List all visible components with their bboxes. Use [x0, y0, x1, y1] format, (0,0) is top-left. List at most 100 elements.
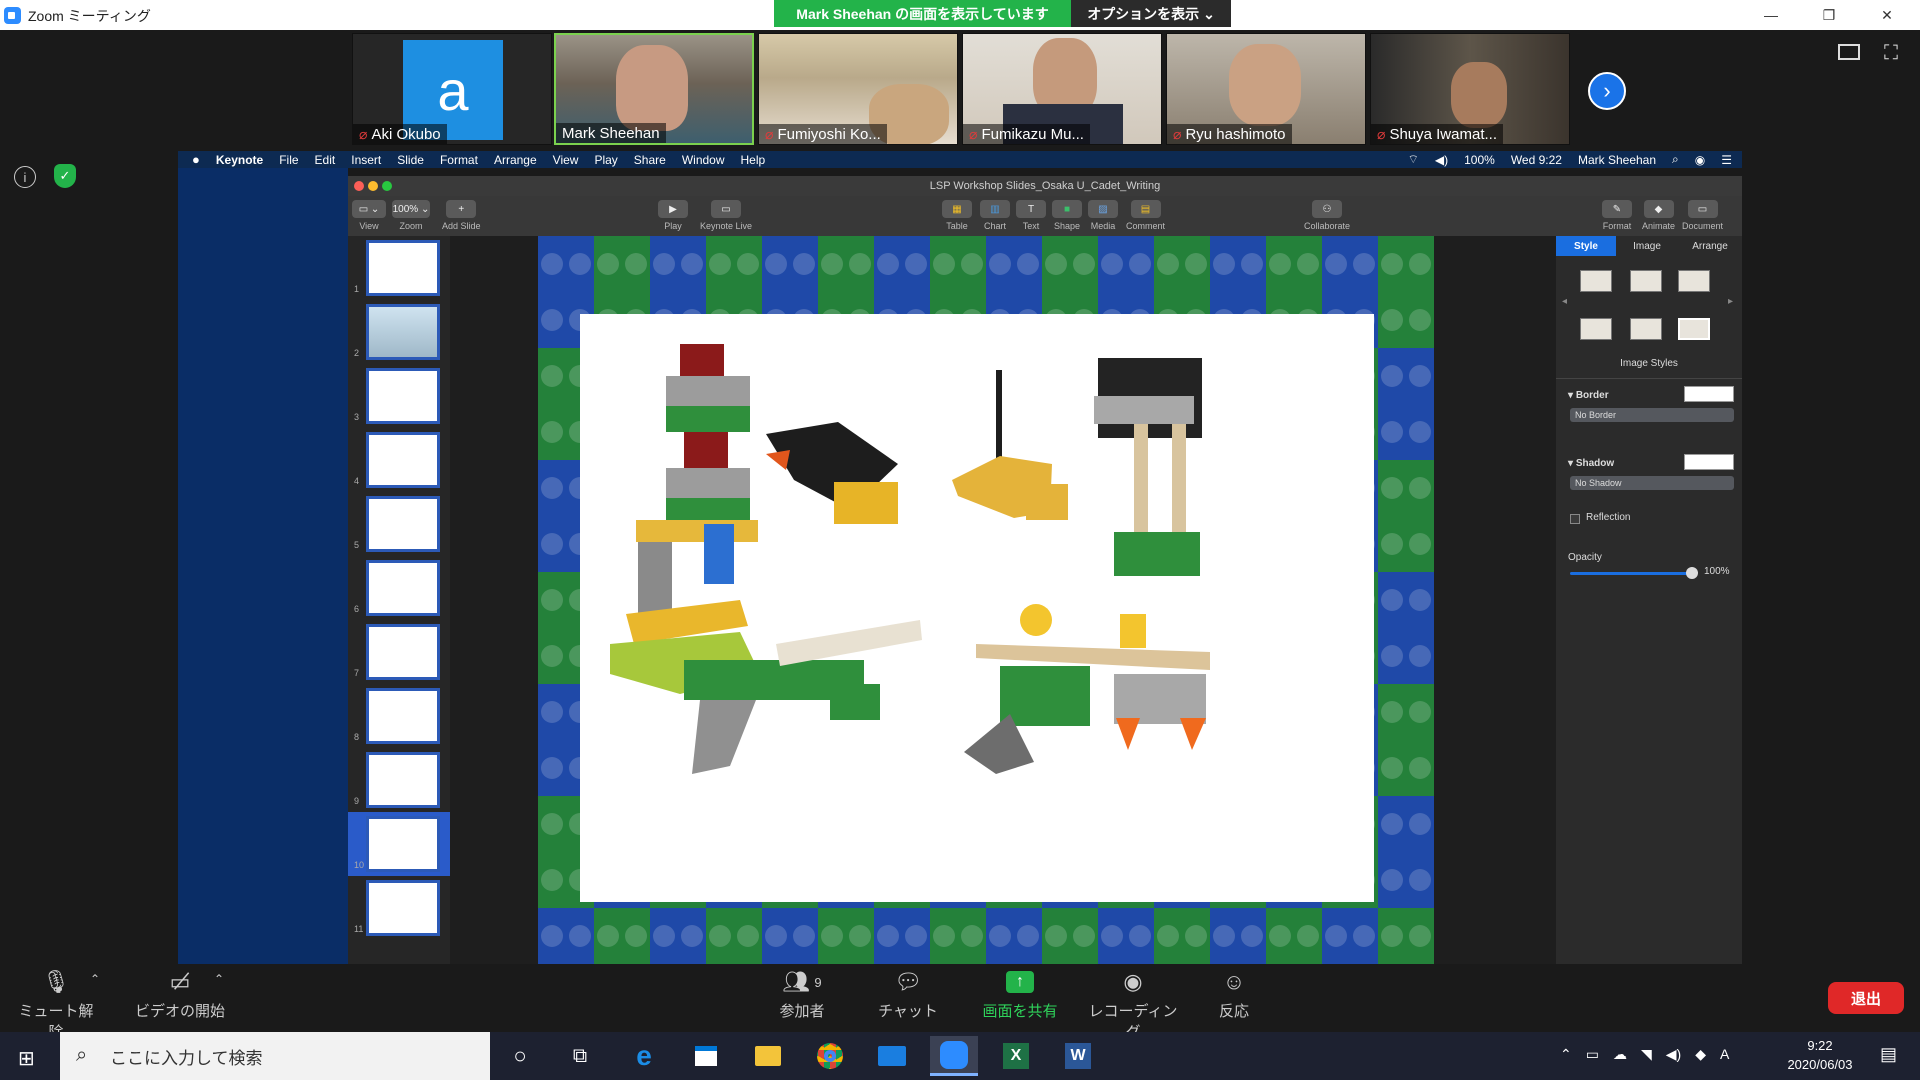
slide-thumbnail[interactable]	[366, 816, 440, 872]
menu-user[interactable]: Mark Sheehan	[1578, 153, 1656, 167]
tab-arrange[interactable]: Arrange	[1678, 236, 1742, 256]
zoom-taskbar-icon[interactable]	[930, 1036, 978, 1076]
mail-icon[interactable]	[868, 1036, 916, 1076]
menu-item-slide[interactable]: Slide	[397, 153, 424, 167]
border-style-select[interactable]: No Border	[1570, 408, 1734, 422]
chevron-right-icon[interactable]: ▸	[1728, 296, 1733, 307]
slide-thumbnail[interactable]	[366, 432, 440, 488]
shape-button[interactable]: ■ Shape	[1052, 200, 1082, 231]
siri-icon[interactable]: ◉	[1695, 153, 1705, 167]
slide-thumbnail[interactable]	[366, 880, 440, 936]
chat-button[interactable]: 💬︎ チャット	[878, 964, 938, 1021]
image-style-swatch[interactable]	[1678, 270, 1710, 292]
play-button[interactable]: ▶ Play	[658, 200, 688, 231]
chevron-up-icon[interactable]: ⌃	[214, 972, 224, 986]
file-explorer-icon[interactable]	[744, 1036, 792, 1076]
close-button[interactable]: ✕	[1864, 0, 1910, 30]
opacity-value[interactable]: 100%	[1704, 566, 1730, 577]
notification-center-icon[interactable]: ☰	[1721, 153, 1732, 167]
zoom-window-button[interactable]	[382, 181, 392, 191]
shadow-label[interactable]: ▾ Shadow	[1568, 458, 1614, 469]
menu-item-format[interactable]: Format	[440, 153, 478, 167]
slide-thumbnail[interactable]	[366, 560, 440, 616]
dropbox-icon[interactable]: ◆	[1695, 1046, 1706, 1063]
chevron-up-icon[interactable]: ⌃	[1560, 1046, 1572, 1063]
action-center-icon[interactable]: ▤	[1880, 1044, 1897, 1065]
edge-browser-icon[interactable]: e	[620, 1036, 668, 1076]
document-button[interactable]: ▭ Document	[1682, 200, 1723, 231]
image-style-swatch[interactable]	[1580, 270, 1612, 292]
tab-style[interactable]: Style	[1556, 236, 1616, 256]
unmute-button[interactable]: 🎙︎ミュート解除	[14, 964, 98, 1042]
leave-meeting-button[interactable]: 退出	[1828, 982, 1904, 1014]
menu-item-view[interactable]: View	[553, 153, 579, 167]
participant-tile-active-speaker[interactable]: Mark Sheehan	[554, 33, 754, 145]
image-style-swatch[interactable]	[1580, 318, 1612, 340]
opacity-slider-thumb[interactable]	[1686, 567, 1698, 579]
slide-thumbnail[interactable]	[366, 304, 440, 360]
onedrive-icon[interactable]: ☁	[1613, 1046, 1627, 1063]
participants-button[interactable]: 👥︎ 9 参加者	[772, 964, 832, 1021]
text-button[interactable]: T Text	[1016, 200, 1046, 231]
excel-icon[interactable]: X	[992, 1036, 1040, 1076]
network-icon[interactable]: ◥	[1641, 1046, 1652, 1063]
minimize-button[interactable]: —	[1748, 0, 1794, 30]
record-button[interactable]: ◉レコーディング	[1088, 964, 1178, 1042]
border-color-well[interactable]	[1684, 386, 1734, 402]
menu-item-help[interactable]: Help	[741, 153, 766, 167]
format-button[interactable]: ✎ Format	[1602, 200, 1632, 231]
fullscreen-icon[interactable]: ⛶	[1884, 42, 1898, 65]
shadow-style-select[interactable]: No Shadow	[1570, 476, 1734, 490]
media-button[interactable]: ▨ Media	[1088, 200, 1118, 231]
menu-item-play[interactable]: Play	[594, 153, 617, 167]
restore-button[interactable]: ❐	[1806, 0, 1852, 30]
view-menu-button[interactable]: ▭ ⌄ View	[352, 200, 386, 231]
slide-thumbnail[interactable]	[366, 688, 440, 744]
shadow-color-well[interactable]	[1684, 454, 1734, 470]
task-view-icon[interactable]: ⧉	[556, 1036, 604, 1076]
slide-thumbnail[interactable]	[366, 752, 440, 808]
lego-models-image[interactable]	[580, 314, 1374, 902]
word-icon[interactable]: W	[1054, 1036, 1102, 1076]
zoom-menu-button[interactable]: 100% ⌄ Zoom	[392, 200, 430, 231]
menu-item-file[interactable]: File	[279, 153, 298, 167]
info-icon[interactable]: i	[14, 166, 36, 188]
participant-tile[interactable]: ⌀ Fumiyoshi Ko...	[758, 33, 958, 145]
slide-thumbnail[interactable]	[366, 624, 440, 680]
volume-icon[interactable]: ◀)	[1435, 153, 1448, 167]
participant-tile[interactable]: ⌀ Fumikazu Mu...	[962, 33, 1162, 145]
share-screen-button[interactable]: ↑ 画面を共有	[972, 964, 1068, 1021]
view-options-button[interactable]: オプションを表示 ⌄	[1071, 0, 1231, 27]
slide-thumbnail[interactable]	[366, 240, 440, 296]
taskbar-search-box[interactable]: ⌕ ここに入力して検索	[60, 1032, 490, 1080]
menu-item-insert[interactable]: Insert	[351, 153, 381, 167]
participant-tile[interactable]: a ⌀ Aki Okubo	[352, 33, 552, 145]
speaker-icon[interactable]: ◀)	[1666, 1046, 1681, 1063]
taskbar-clock[interactable]: 9:22 2020/06/03	[1770, 1036, 1870, 1074]
menu-item-edit[interactable]: Edit	[315, 153, 336, 167]
collaborate-button[interactable]: ⚇ Collaborate	[1304, 200, 1350, 231]
spotlight-search-icon[interactable]: ⌕	[1672, 152, 1679, 167]
cortana-icon[interactable]: ○	[496, 1036, 544, 1076]
wifi-icon[interactable]: ⌔	[1408, 152, 1419, 167]
tab-image[interactable]: Image	[1616, 236, 1678, 256]
minimize-window-button[interactable]	[368, 181, 378, 191]
layout-toggle-icon[interactable]	[1838, 44, 1860, 60]
image-style-swatch[interactable]	[1630, 270, 1662, 292]
opacity-slider[interactable]	[1570, 572, 1692, 575]
table-button[interactable]: ▦ Table	[942, 200, 972, 231]
slide-thumbnail[interactable]	[366, 368, 440, 424]
add-slide-button[interactable]: + Add Slide	[442, 200, 481, 231]
windows-start-icon[interactable]: ⊞	[18, 1046, 35, 1071]
reactions-button[interactable]: ☺ 反応	[1206, 964, 1262, 1021]
reflection-checkbox[interactable]	[1570, 514, 1580, 524]
chrome-icon[interactable]	[806, 1036, 854, 1076]
menu-item-keynote[interactable]: Keynote	[216, 153, 263, 167]
ime-indicator[interactable]: A	[1720, 1046, 1729, 1063]
next-page-button[interactable]: ›	[1588, 72, 1626, 110]
menu-item-share[interactable]: Share	[634, 153, 666, 167]
comment-button[interactable]: ▤ Comment	[1126, 200, 1165, 231]
animate-button[interactable]: ◆ Animate	[1642, 200, 1675, 231]
security-shield-icon[interactable]: ✓	[54, 164, 76, 188]
menu-item-window[interactable]: Window	[682, 153, 725, 167]
